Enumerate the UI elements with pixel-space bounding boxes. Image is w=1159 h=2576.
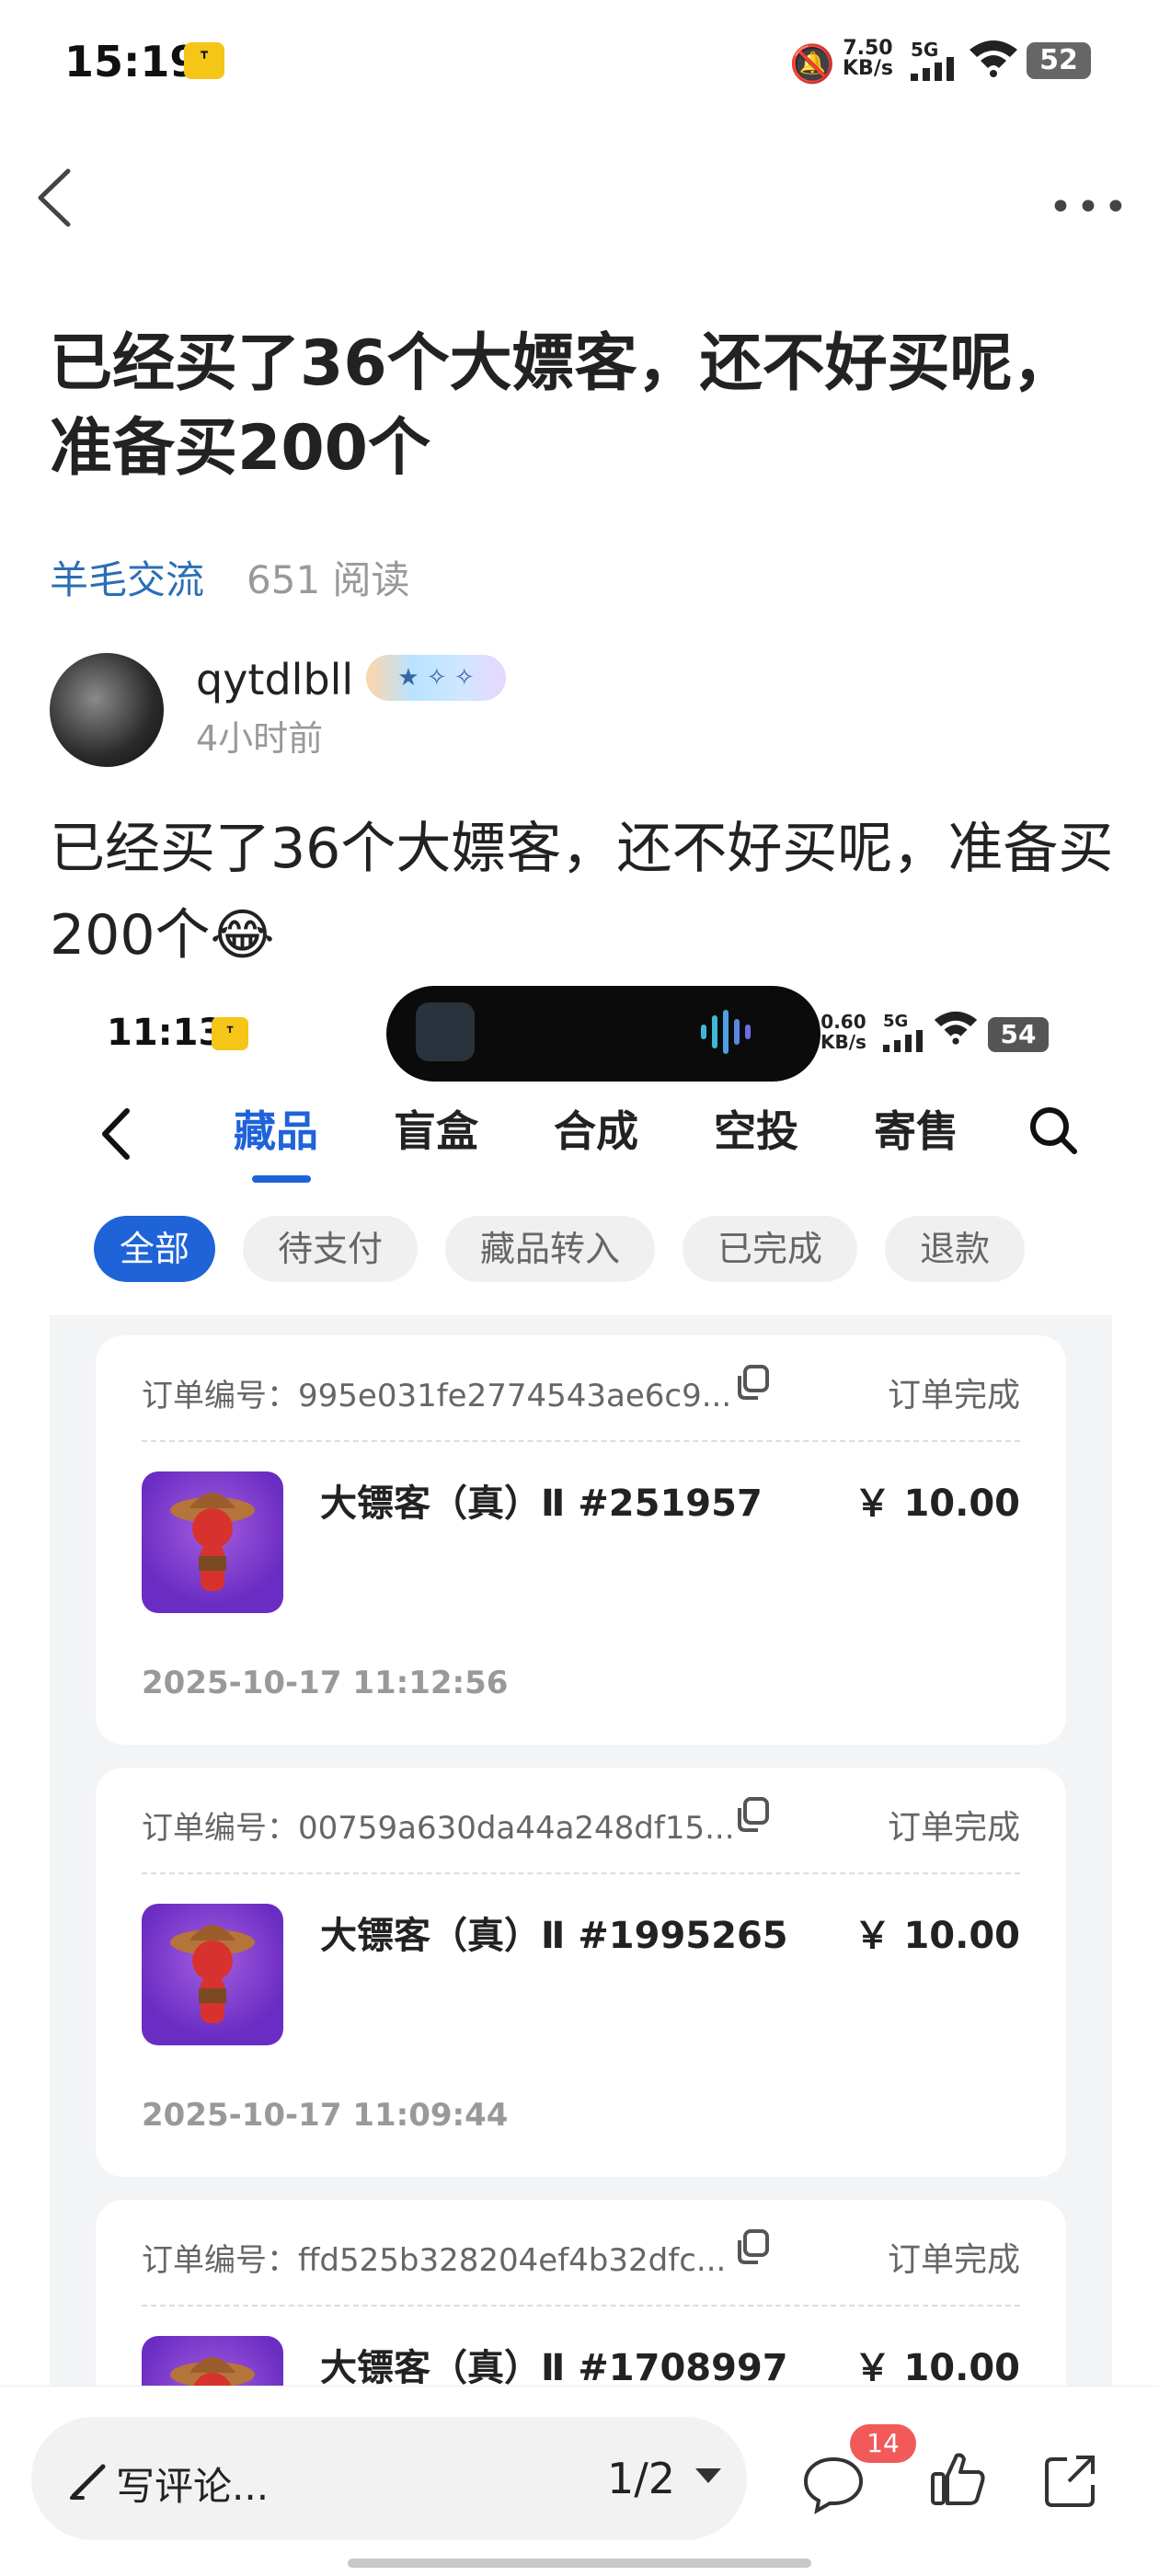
embedded-battery: 54	[988, 1017, 1049, 1052]
wifi-icon	[968, 37, 1019, 87]
more-options-icon[interactable]: •••	[1049, 184, 1131, 231]
embedded-net-speed: 0.60 KB/s	[820, 1012, 866, 1052]
filter-completed[interactable]: 已完成	[683, 1216, 858, 1282]
collectible-thumbnail	[142, 1471, 283, 1613]
order-date: 2025-10-17 11:09:44	[142, 2097, 509, 2134]
embedded-back-icon[interactable]	[98, 1104, 134, 1164]
filter-all[interactable]: 全部	[94, 1216, 216, 1282]
tab-blind-box[interactable]: 盲盒	[394, 1098, 554, 1159]
user-badge-icon: ★ ✧ ✧	[366, 655, 506, 701]
app-notification-icon: ᐪ	[184, 42, 224, 79]
filter-refund[interactable]: 退款	[885, 1216, 1026, 1282]
order-card[interactable]: 订单编号：ffd525b328204ef4b32dfc... 订单完成 大镖客（…	[96, 2200, 1066, 2387]
order-id: 订单编号：995e031fe2774543ae6c9...	[142, 1378, 732, 1414]
post-title: 已经买了36个大嫖客，还不好买呢，准备买200个	[50, 327, 1075, 485]
page-indicator[interactable]: 1/2	[607, 2454, 675, 2503]
copy-icon[interactable]	[734, 1795, 773, 1834]
filter-pending-payment[interactable]: 待支付	[243, 1216, 419, 1282]
embedded-app-icon: ᐪ	[212, 1017, 248, 1050]
media-thumbnail	[416, 1002, 475, 1061]
dynamic-island	[386, 986, 820, 1082]
comment-placeholder[interactable]: 写评论...	[116, 2456, 269, 2512]
order-price: ￥ 10.00	[854, 1483, 1020, 1525]
embedded-tab-bar: 藏品 盲盒 合成 空投 寄售	[234, 1098, 1034, 1159]
filter-chips: 全部 待支付 藏品转入 已完成 退款	[94, 1216, 1026, 1282]
order-price: ￥ 10.00	[854, 2347, 1020, 2387]
order-id: 订单编号：00759a630da44a248df15...	[142, 1810, 735, 1847]
caret-down-icon[interactable]	[695, 2468, 721, 2483]
tab-synthesis[interactable]: 合成	[554, 1098, 714, 1159]
collectible-name: 大镖客（真）Ⅱ #1708997	[320, 2347, 788, 2387]
embedded-screenshot[interactable]: 11:13 ᐪ 0.60 KB/s 5G 54 藏品 盲盒 合成 空投 寄售 全…	[50, 984, 1112, 2387]
collectible-name: 大镖客（真）Ⅱ #251957	[320, 1483, 763, 1525]
collectible-name: 大镖客（真）Ⅱ #1995265	[320, 1915, 788, 1957]
status-time: 15:19	[64, 37, 200, 86]
divider	[142, 1872, 1020, 1874]
comment-count-badge: 14	[850, 2424, 916, 2463]
collectible-thumbnail	[142, 2336, 283, 2387]
embedded-signal-icon	[883, 1030, 923, 1052]
search-icon[interactable]	[1025, 1102, 1082, 1159]
order-date: 2025-10-17 11:12:56	[142, 1665, 509, 1701]
thumbs-up-icon[interactable]	[925, 2446, 992, 2513]
order-card[interactable]: 订单编号：00759a630da44a248df15... 订单完成 大镖客（真…	[96, 1768, 1066, 2177]
tab-collection[interactable]: 藏品	[234, 1098, 394, 1159]
signal-icon	[911, 57, 954, 81]
copy-icon[interactable]	[734, 1363, 773, 1402]
filter-transfer-in[interactable]: 藏品转入	[445, 1216, 656, 1282]
battery-indicator: 52	[1027, 42, 1091, 79]
read-count: 651 阅读	[247, 557, 410, 602]
copy-icon[interactable]	[734, 2227, 773, 2266]
share-icon[interactable]	[1039, 2446, 1106, 2513]
avatar[interactable]	[50, 653, 164, 767]
order-card[interactable]: 订单编号：995e031fe2774543ae6c9... 订单完成 大镖客（真…	[96, 1335, 1066, 1745]
embedded-status-time: 11:13	[107, 1012, 224, 1054]
post-time: 4小时前	[196, 718, 324, 759]
order-status: 订单完成	[887, 2241, 1020, 2279]
order-id: 订单编号：ffd525b328204ef4b32dfc...	[142, 2242, 727, 2279]
divider	[142, 1440, 1020, 1442]
collectible-thumbnail	[142, 1904, 283, 2045]
order-price: ￥ 10.00	[854, 1915, 1020, 1957]
home-indicator[interactable]	[348, 2559, 811, 2568]
active-tab-indicator	[252, 1175, 311, 1183]
tab-airdrop[interactable]: 空投	[714, 1098, 874, 1159]
embedded-network-type: 5G	[883, 1012, 909, 1031]
author-name[interactable]: qytdlbll	[196, 655, 353, 704]
net-speed-value: 7.50	[843, 37, 893, 60]
tab-consignment[interactable]: 寄售	[874, 1098, 1034, 1159]
audio-wave-icon	[701, 1010, 751, 1054]
order-status: 订单完成	[887, 1809, 1020, 1847]
order-status: 订单完成	[887, 1377, 1020, 1414]
net-speed: 7.50 KB/s	[843, 39, 893, 79]
embedded-net-speed-unit: KB/s	[820, 1031, 866, 1053]
net-speed-unit: KB/s	[843, 57, 893, 80]
post-body: 已经买了36个大嫖客，还不好买呢，准备买200个😂	[50, 817, 1114, 967]
mute-bell-icon: 🔕	[789, 43, 835, 86]
divider	[142, 2305, 1020, 2307]
comment-icon[interactable]	[800, 2450, 866, 2516]
embedded-wifi-icon	[933, 1008, 979, 1054]
back-arrow-icon[interactable]	[28, 166, 83, 230]
pencil-icon	[70, 2464, 106, 2500]
embedded-net-speed-value: 0.60	[820, 1011, 866, 1033]
category-link[interactable]: 羊毛交流	[50, 549, 204, 605]
order-list: 订单编号：995e031fe2774543ae6c9... 订单完成 大镖客（真…	[50, 1315, 1112, 2387]
